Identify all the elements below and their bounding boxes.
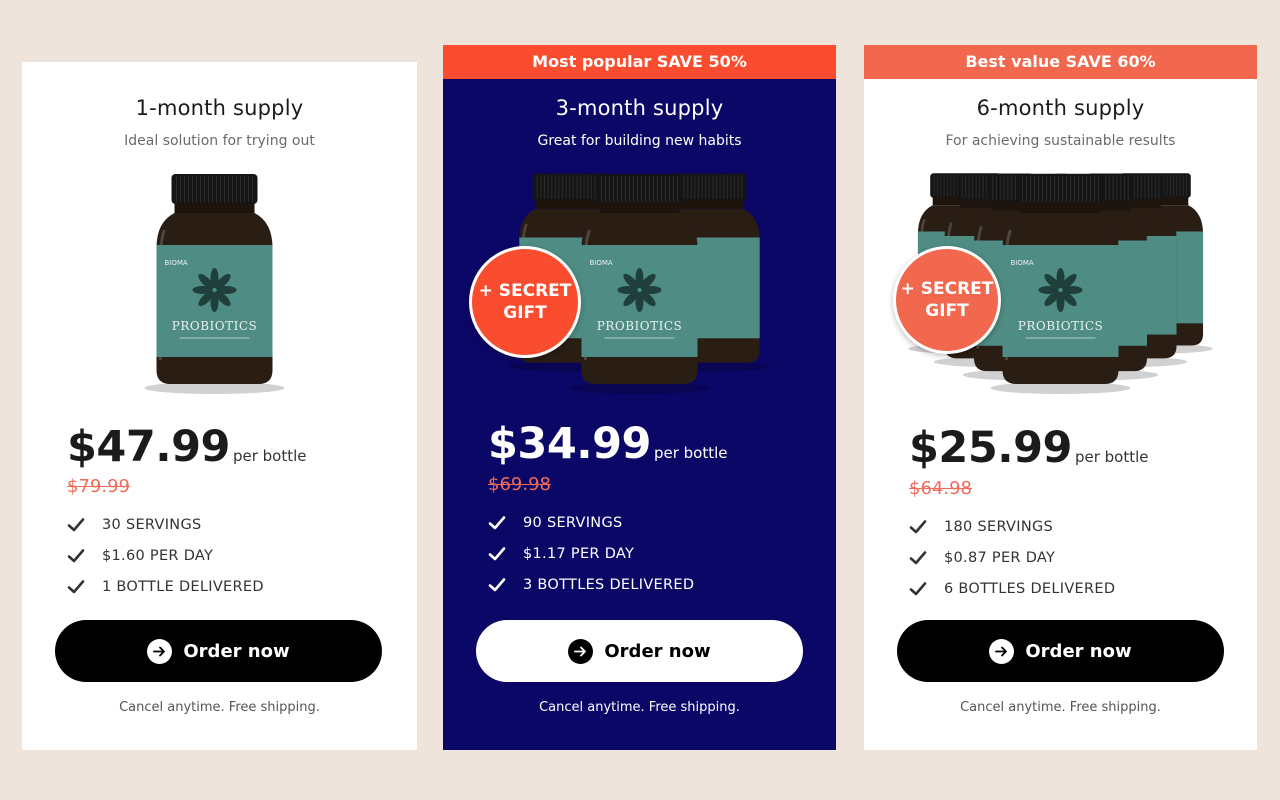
plan-title: 3-month supply — [555, 96, 724, 120]
svg-text:BIOMA: BIOMA — [590, 259, 613, 267]
shipping-note: Cancel anytime. Free shipping. — [960, 700, 1161, 715]
svg-text:PROBIOTICS: PROBIOTICS — [172, 319, 258, 333]
plan-subtitle: For achieving sustainable results — [945, 133, 1176, 149]
price-unit: per bottle — [653, 444, 728, 462]
product-image: BIOMA PROBIOTICS — [22, 170, 417, 395]
price-row: $34.99 per bottle — [488, 419, 727, 469]
arrow-right-circle-icon — [147, 638, 173, 664]
feature-label: 180 SERVINGS — [944, 518, 1054, 535]
feature-item: $0.87 PER DAY — [909, 542, 1115, 573]
plan-subtitle: Ideal solution for trying out — [124, 133, 315, 149]
secret-gift-badge: + SECRET GIFT — [469, 246, 581, 358]
checkmark-icon — [67, 517, 85, 531]
checkmark-icon — [909, 519, 927, 533]
feature-list: 30 SERVINGS $1.60 PER DAY 1 BOTTLE DELIV… — [67, 509, 264, 602]
arrow-right-circle-icon — [568, 638, 594, 664]
feature-label: $1.60 PER DAY — [102, 547, 214, 564]
feature-label: 6 BOTTLES DELIVERED — [944, 580, 1116, 597]
plan-banner: Best value SAVE 60% — [864, 45, 1257, 79]
checkmark-icon — [909, 581, 927, 595]
arrow-right-circle-icon — [989, 638, 1015, 664]
feature-item: 1 BOTTLE DELIVERED — [67, 571, 264, 602]
checkmark-icon — [488, 577, 506, 591]
order-now-button[interactable]: Order now — [897, 620, 1224, 682]
price: $25.99 — [909, 423, 1072, 473]
feature-list: 180 SERVINGS $0.87 PER DAY 6 BOTTLES DEL… — [909, 511, 1115, 604]
plan-card-6-month: Best value SAVE 60% 6-month supply For a… — [864, 45, 1257, 750]
old-price: $69.98 — [488, 474, 551, 495]
plan-title: 6-month supply — [976, 96, 1145, 120]
bottle: BIOMA PROBIOTICS — [144, 174, 285, 394]
feature-label: 90 SERVINGS — [523, 514, 623, 531]
feature-item: $1.60 PER DAY — [67, 540, 264, 571]
checkmark-icon — [488, 515, 506, 529]
checkmark-icon — [488, 546, 506, 560]
order-now-label: Order now — [604, 640, 711, 662]
price-unit: per bottle — [1074, 448, 1149, 466]
price-row: $47.99 per bottle — [67, 422, 306, 472]
shipping-note: Cancel anytime. Free shipping. — [539, 700, 740, 715]
plan-title: 1-month supply — [135, 96, 304, 120]
order-now-label: Order now — [183, 640, 290, 662]
svg-text:BIOMA: BIOMA — [165, 259, 188, 267]
feature-label: $0.87 PER DAY — [944, 549, 1056, 566]
feature-item: 180 SERVINGS — [909, 511, 1115, 542]
checkmark-icon — [909, 550, 927, 564]
feature-label: 1 BOTTLE DELIVERED — [102, 578, 264, 595]
feature-label: 30 SERVINGS — [102, 516, 202, 533]
product-image: BIOMA PROBIOTICS + SECRET GIFT — [443, 170, 836, 395]
price: $47.99 — [67, 422, 230, 472]
order-now-button[interactable]: Order now — [55, 620, 382, 682]
feature-item: 30 SERVINGS — [67, 509, 264, 540]
feature-item: 90 SERVINGS — [488, 507, 694, 538]
feature-list: 90 SERVINGS $1.17 PER DAY 3 BOTTLES DELI… — [488, 507, 694, 600]
svg-text:BIOMA: BIOMA — [1011, 259, 1034, 267]
feature-label: $1.17 PER DAY — [523, 545, 635, 562]
checkmark-icon — [67, 548, 85, 562]
old-price: $79.99 — [67, 476, 130, 497]
secret-gift-badge: + SECRET GIFT — [893, 246, 1001, 354]
old-price: $64.98 — [909, 478, 972, 499]
feature-item: 6 BOTTLES DELIVERED — [909, 573, 1115, 604]
plan-subtitle: Great for building new habits — [537, 133, 742, 149]
feature-item: $1.17 PER DAY — [488, 538, 694, 569]
plan-card-1-month: 1-month supply Ideal solution for trying… — [22, 62, 417, 750]
feature-label: 3 BOTTLES DELIVERED — [523, 576, 695, 593]
checkmark-icon — [67, 579, 85, 593]
order-now-label: Order now — [1025, 640, 1132, 662]
price: $34.99 — [488, 419, 651, 469]
price-unit: per bottle — [232, 447, 307, 465]
price-row: $25.99 per bottle — [909, 423, 1148, 473]
svg-text:PROBIOTICS: PROBIOTICS — [597, 319, 683, 333]
product-image: BIOMA PROBIOTICS + SECRET GIFT — [864, 170, 1257, 395]
plan-banner: Most popular SAVE 50% — [443, 45, 836, 79]
svg-text:PROBIOTICS: PROBIOTICS — [1018, 319, 1104, 333]
shipping-note: Cancel anytime. Free shipping. — [119, 700, 320, 715]
feature-item: 3 BOTTLES DELIVERED — [488, 569, 694, 600]
order-now-button[interactable]: Order now — [476, 620, 803, 682]
plan-card-3-month: Most popular SAVE 50% 3-month supply Gre… — [443, 45, 836, 750]
